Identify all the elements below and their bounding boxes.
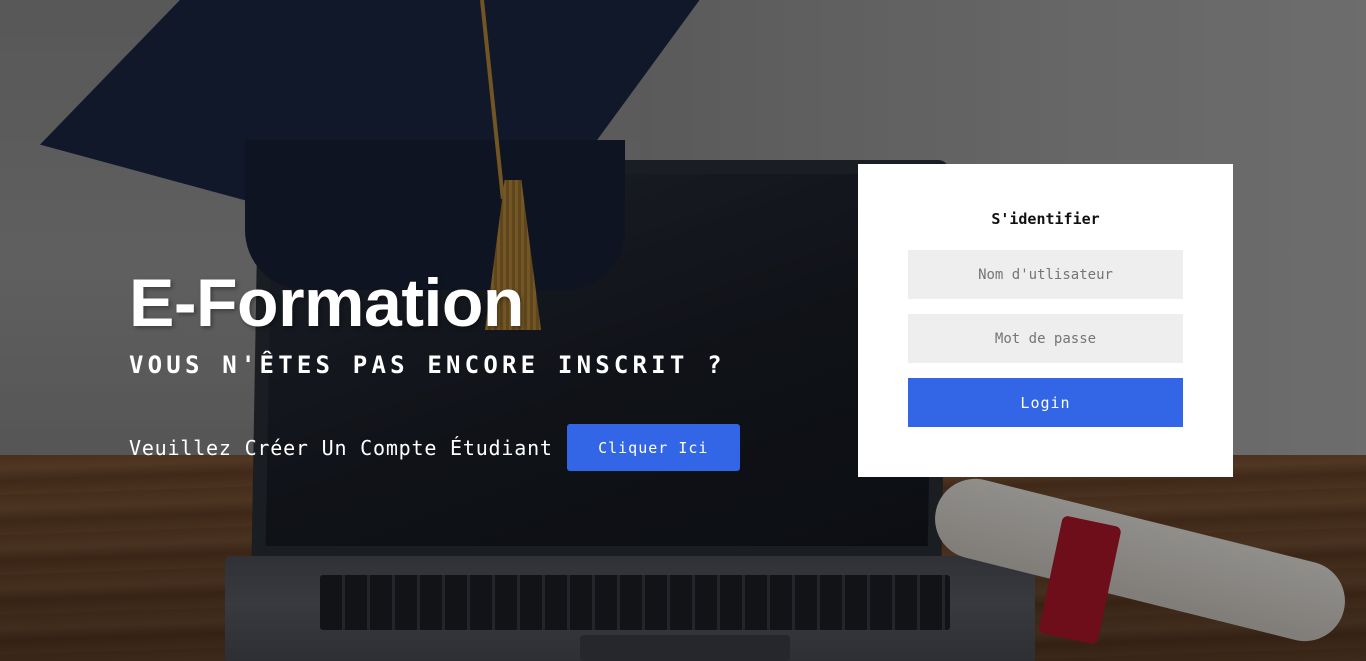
hero-subtitle: VOUS N'ÊTES PAS ENCORE INSCRIT ? [129,351,726,379]
login-title: S'identifier [991,210,1100,228]
password-input[interactable] [908,314,1183,363]
username-input[interactable] [908,250,1183,299]
login-form: S'identifier Login [858,164,1233,477]
signup-button[interactable]: Cliquer Ici [566,424,740,471]
signup-prompt-text: Veuillez Créer Un Compte Étudiant [129,435,553,460]
site-title: E-Formation [129,265,524,341]
hero-section: E-Formation VOUS N'ÊTES PAS ENCORE INSCR… [129,262,726,380]
login-button[interactable]: Login [908,378,1183,427]
signup-prompt: Veuillez Créer Un Compte Étudiant Clique… [129,424,740,471]
